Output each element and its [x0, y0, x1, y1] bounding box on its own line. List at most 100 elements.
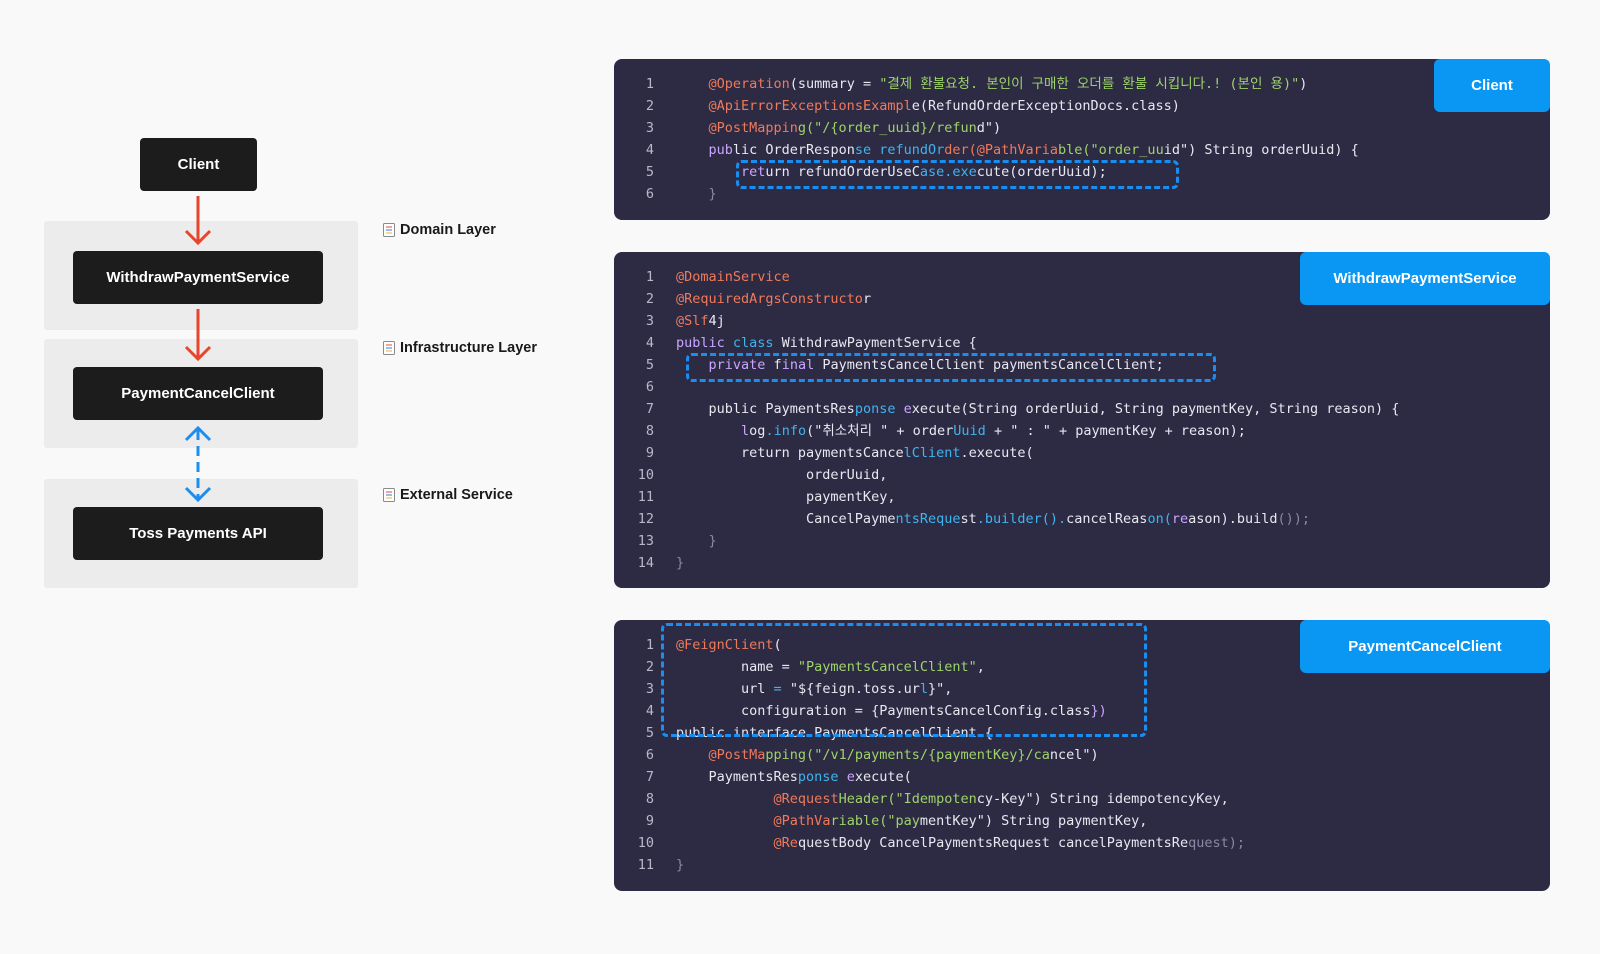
code-line: 11 paymentKey,: [614, 486, 1399, 508]
code-token: lic OrderRespon: [732, 142, 855, 158]
line-number: 13: [637, 533, 654, 549]
code-token: @PostMappin: [708, 120, 798, 136]
code-token: ble("order_uu: [1058, 142, 1164, 158]
code-token: }: [676, 857, 685, 873]
code-token: e: [903, 401, 912, 417]
code-line: 11}: [614, 854, 1245, 876]
code-token: }: [708, 533, 717, 549]
domain-layer-label: Domain Layer: [383, 222, 496, 238]
code-token: + " : " + paymentKey + reason);: [985, 423, 1246, 439]
code-token: }: [676, 555, 685, 571]
code-line: 9 @PathVariable("paymentKey") String pay…: [614, 810, 1245, 832]
line-number: 2: [645, 659, 654, 675]
code-token: xecute(String orderUuid, String paymentK…: [911, 401, 1400, 417]
code-token: se refundOr: [854, 142, 945, 158]
line-number: 5: [645, 357, 654, 373]
infrastructure-layer-text: Infrastructure Layer: [400, 340, 537, 356]
code-line: 1 @Operation(summary = "결제 환불요청. 본인이 구매한…: [614, 73, 1359, 95]
line-number: 12: [637, 511, 654, 527]
code-line: 2 @RequiredArgsConstructor: [614, 288, 1399, 310]
line-number: 8: [645, 791, 654, 807]
code-token: @ApiErrorExceptionsExampl: [708, 98, 912, 114]
code-token: CancelPayme: [676, 511, 896, 527]
code-token: class: [732, 335, 774, 351]
code-token: r: [862, 291, 872, 307]
code-token: ncel"): [1049, 747, 1099, 763]
code-line: 7 public PaymentsResponse execute(String…: [614, 398, 1400, 420]
code-token: orderUuid,: [676, 467, 888, 483]
code-token: e(RefundOrderExceptionDocs.class): [911, 98, 1180, 114]
code-line: 13 }: [614, 530, 1399, 552]
code-token: @RequiredArgsConstructo: [676, 291, 863, 307]
code-token: @PostMa: [708, 747, 766, 763]
code-line: 4 public class WithdrawPaymentService {: [614, 332, 1399, 354]
line-number: 1: [645, 637, 654, 653]
code-line: 8 @RequestHeader("Idempotency-Key") Stri…: [614, 788, 1245, 810]
line-number: 1: [645, 269, 654, 285]
code-token: d"): [976, 120, 1002, 136]
code-line: 9 return paymentsCancelClient.execute(: [614, 442, 1399, 464]
code-token: pping("/v1/payments/{paymentKey}/ca: [765, 747, 1050, 763]
infrastructure-layer-label: Infrastructure Layer: [383, 340, 537, 356]
code-token: quest);: [1188, 835, 1245, 851]
line-number: 3: [645, 120, 654, 136]
code-token: on(: [1147, 511, 1172, 527]
document-icon: [383, 488, 395, 502]
code-line: 10 @RequestBody CancelPaymentsRequest ca…: [614, 832, 1245, 854]
code-line: 8 log.info("취소처리 " + orderUuid + " : " +…: [614, 420, 1399, 442]
line-number: 9: [645, 445, 654, 461]
card-tag-withdraw-service: WithdrawPaymentService: [1300, 252, 1550, 305]
card-tag-payment-cancel-client: PaymentCancelClient: [1300, 620, 1550, 673]
code-token: Uuid: [953, 423, 986, 439]
payment-cancel-client-code-card: 1 @FeignClient(2 name = "PaymentsCancelCl…: [614, 620, 1550, 891]
code-token: id") String orderUuid) {: [1163, 142, 1359, 158]
card-tag-client: Client: [1434, 59, 1550, 112]
code-token: Header("Idempoten: [838, 791, 977, 807]
line-number: 7: [645, 401, 654, 417]
code-line: 6 @PostMapping("/v1/payments/{paymentKey…: [614, 744, 1245, 766]
code-token: og: [749, 423, 766, 439]
code-token: ());: [1277, 511, 1311, 527]
code-block: 1 @DomainService 2 @RequiredArgsConstructor…: [614, 266, 1400, 574]
code-line: 3 @PostMapping("/{order_uuid}/refund"): [614, 117, 1359, 139]
code-token: lClient: [903, 445, 961, 461]
code-token: @DomainService: [676, 269, 790, 285]
code-token: @Operation: [708, 76, 790, 92]
code-token: WithdrawPaymentService {: [773, 335, 977, 351]
code-token: questBody CancelPaymentsRequest cancelPa…: [797, 835, 1189, 851]
line-number: 2: [645, 98, 654, 114]
code-token: public: [676, 335, 733, 351]
code-token: re: [1171, 511, 1189, 527]
code-token: PaymentsRes: [676, 769, 798, 785]
client-to-service-arrow: [184, 196, 212, 503]
code-token: return paymentsCance: [676, 445, 904, 461]
code-token: riable("pay: [830, 813, 920, 829]
code-token: public PaymentsRes: [676, 401, 855, 417]
code-token: ("취소처리 " + order: [806, 423, 954, 439]
code-token: der(@PathVaria: [944, 142, 1059, 158]
external-service-text: External Service: [400, 487, 513, 503]
line-number: 1: [645, 76, 654, 92]
code-token: .info: [765, 423, 807, 439]
line-number: 11: [637, 489, 654, 505]
code-line: 12 CancelPaymentsRequest.builder().cance…: [614, 508, 1399, 530]
code-token: e: [846, 769, 855, 785]
document-icon: [383, 223, 395, 237]
domain-layer-text: Domain Layer: [400, 222, 496, 238]
line-number: 10: [637, 467, 654, 483]
feign-client-annotation-highlight: [661, 623, 1147, 737]
code-token: g("/{order_uuid}/refun: [797, 120, 977, 136]
code-line: 14}: [614, 552, 1399, 574]
code-token: pub: [708, 142, 733, 158]
line-number: 7: [645, 769, 654, 785]
